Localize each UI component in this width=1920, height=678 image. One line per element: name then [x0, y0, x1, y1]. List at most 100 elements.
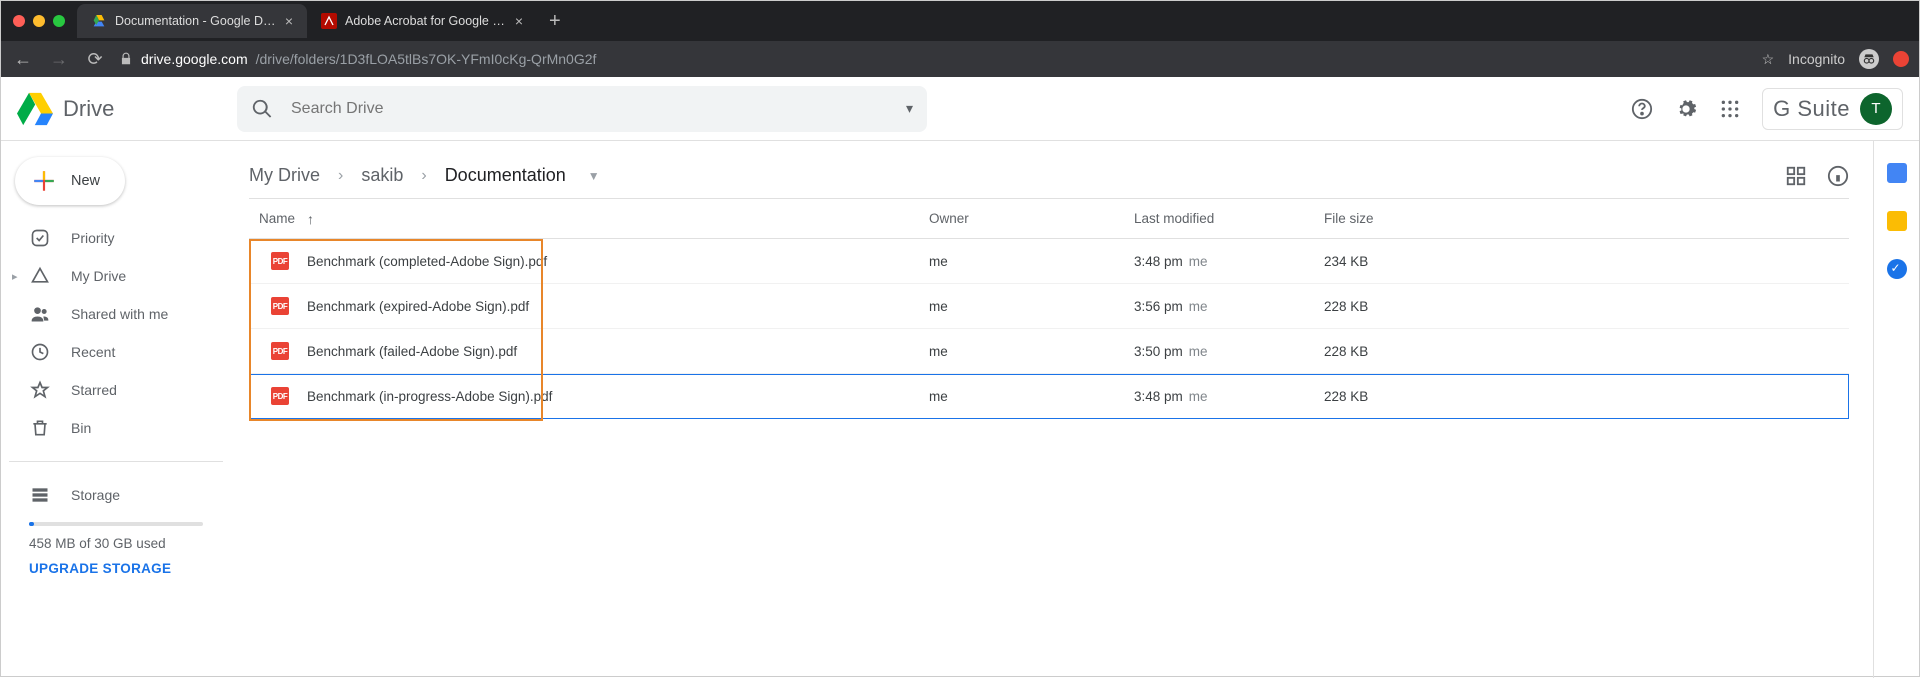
grid-view-icon[interactable] [1785, 165, 1807, 187]
window-minimize-dot[interactable] [33, 15, 45, 27]
incognito-icon [1859, 49, 1879, 69]
extension-icon[interactable] [1893, 51, 1909, 67]
help-icon[interactable] [1630, 97, 1654, 121]
new-tab-button[interactable]: + [537, 10, 573, 33]
sidebar-item-starred[interactable]: Starred [9, 371, 223, 409]
tab-title: Documentation - Google Drive [115, 14, 277, 28]
nav-back-icon[interactable]: ← [11, 49, 35, 70]
storage-meter: 458 MB of 30 GB used UPGRADE STORAGE [9, 514, 223, 576]
sidebar-item-label: Shared with me [71, 306, 168, 322]
search-options-dropdown-icon[interactable]: ▾ [906, 100, 913, 117]
tab-strip: Documentation - Google Drive × Adobe Acr… [1, 1, 1919, 41]
browser-tab-acrobat[interactable]: Adobe Acrobat for Google Driv × [307, 4, 537, 38]
sidebar-item-shared[interactable]: Shared with me [9, 295, 223, 333]
sidebar: New Priority My Drive Shared with me Rec… [1, 141, 231, 678]
tab-close-icon[interactable]: × [285, 13, 293, 29]
apps-grid-icon[interactable] [1718, 97, 1742, 121]
address-bar[interactable]: drive.google.com/drive/folders/1D3fLOA5t… [119, 51, 1750, 67]
column-header-name[interactable]: Name↑ [249, 211, 929, 227]
window-zoom-dot[interactable] [53, 15, 65, 27]
storage-bar [29, 522, 203, 526]
file-name: Benchmark (completed-Adobe Sign).pdf [307, 254, 547, 269]
sidebar-item-label: Bin [71, 420, 91, 436]
calendar-addon-icon[interactable] [1887, 163, 1907, 183]
column-header-modified[interactable]: Last modified [1134, 211, 1324, 226]
info-icon[interactable] [1827, 165, 1849, 187]
file-modified: 3:48 pm [1134, 389, 1183, 404]
tasks-addon-icon[interactable] [1887, 259, 1907, 279]
file-modified-by: me [1189, 389, 1208, 404]
search-icon [251, 98, 273, 120]
sort-ascending-icon: ↑ [307, 211, 314, 227]
keep-addon-icon[interactable] [1887, 211, 1907, 231]
pdf-file-icon: PDF [271, 387, 289, 405]
search-bar[interactable]: ▾ [237, 86, 927, 132]
drive-logo[interactable]: Drive [17, 91, 227, 127]
breadcrumb-row: My Drive › sakib › Documentation ▼ [249, 153, 1849, 199]
settings-gear-icon[interactable] [1674, 97, 1698, 121]
file-owner: me [929, 254, 1134, 269]
file-table-header: Name↑ Owner Last modified File size [249, 199, 1849, 239]
file-row[interactable]: PDFBenchmark (in-progress-Adobe Sign).pd… [249, 374, 1849, 419]
file-owner: me [929, 389, 1134, 404]
main-panel: My Drive › sakib › Documentation ▼ Name↑… [231, 141, 1873, 678]
star-icon [29, 380, 51, 400]
file-modified-by: me [1189, 299, 1208, 314]
sidebar-item-mydrive[interactable]: My Drive [9, 257, 223, 295]
breadcrumb-item[interactable]: sakib [361, 165, 403, 186]
account-avatar[interactable]: T [1860, 93, 1892, 125]
check-circle-icon [29, 228, 51, 248]
file-modified: 3:56 pm [1134, 299, 1183, 314]
file-modified-by: me [1189, 254, 1208, 269]
url-path: /drive/folders/1D3fLOA5tlBs7OK-YFmI0cKg-… [256, 51, 597, 67]
side-panel [1873, 141, 1919, 678]
upgrade-storage-link[interactable]: UPGRADE STORAGE [29, 561, 203, 576]
sidebar-item-bin[interactable]: Bin [9, 409, 223, 447]
sidebar-item-label: Starred [71, 382, 117, 398]
storage-used-text: 458 MB of 30 GB used [29, 536, 203, 551]
file-owner: me [929, 344, 1134, 359]
header-actions: G Suite T [1630, 88, 1903, 130]
window-close-dot[interactable] [13, 15, 25, 27]
breadcrumb-dropdown-icon[interactable]: ▼ [584, 169, 600, 183]
drive-triangle-icon [29, 266, 51, 286]
new-button[interactable]: New [15, 157, 125, 205]
tab-title: Adobe Acrobat for Google Driv [345, 14, 507, 28]
sidebar-item-priority[interactable]: Priority [9, 219, 223, 257]
tab-close-icon[interactable]: × [515, 13, 523, 29]
sidebar-item-label: Priority [71, 230, 115, 246]
file-row[interactable]: PDFBenchmark (failed-Adobe Sign).pdf me … [249, 329, 1849, 374]
browser-tab-drive[interactable]: Documentation - Google Drive × [77, 4, 307, 38]
gsuite-badge[interactable]: G Suite T [1762, 88, 1903, 130]
pdf-file-icon: PDF [271, 342, 289, 360]
sidebar-divider [9, 461, 223, 462]
file-size: 228 KB [1324, 389, 1849, 404]
file-modified: 3:48 pm [1134, 254, 1183, 269]
product-name: Drive [63, 96, 114, 122]
people-icon [29, 304, 51, 324]
pdf-file-icon: PDF [271, 252, 289, 270]
browser-chrome: Documentation - Google Drive × Adobe Acr… [1, 1, 1919, 77]
sidebar-item-recent[interactable]: Recent [9, 333, 223, 371]
search-input[interactable] [289, 99, 913, 119]
storage-icon [29, 485, 51, 505]
address-bar-row: ← → ⟳ drive.google.com/drive/folders/1D3… [1, 41, 1919, 77]
file-row[interactable]: PDFBenchmark (expired-Adobe Sign).pdf me… [249, 284, 1849, 329]
breadcrumb-item[interactable]: My Drive [249, 165, 320, 186]
trash-icon [29, 418, 51, 438]
file-row[interactable]: PDFBenchmark (completed-Adobe Sign).pdf … [249, 239, 1849, 284]
chevron-right-icon: › [338, 167, 343, 185]
column-header-size[interactable]: File size [1324, 211, 1849, 226]
column-header-owner[interactable]: Owner [929, 211, 1134, 226]
sidebar-item-storage[interactable]: Storage [9, 476, 223, 514]
acrobat-favicon [321, 13, 337, 29]
clock-icon [29, 342, 51, 362]
file-owner: me [929, 299, 1134, 314]
file-modified: 3:50 pm [1134, 344, 1183, 359]
plus-icon [31, 168, 57, 194]
breadcrumb-current[interactable]: Documentation [445, 165, 566, 186]
bookmark-star-icon[interactable]: ☆ [1762, 51, 1775, 68]
sidebar-item-label: Recent [71, 344, 115, 360]
nav-reload-icon[interactable]: ⟳ [83, 49, 107, 70]
nav-forward-icon[interactable]: → [47, 49, 71, 70]
